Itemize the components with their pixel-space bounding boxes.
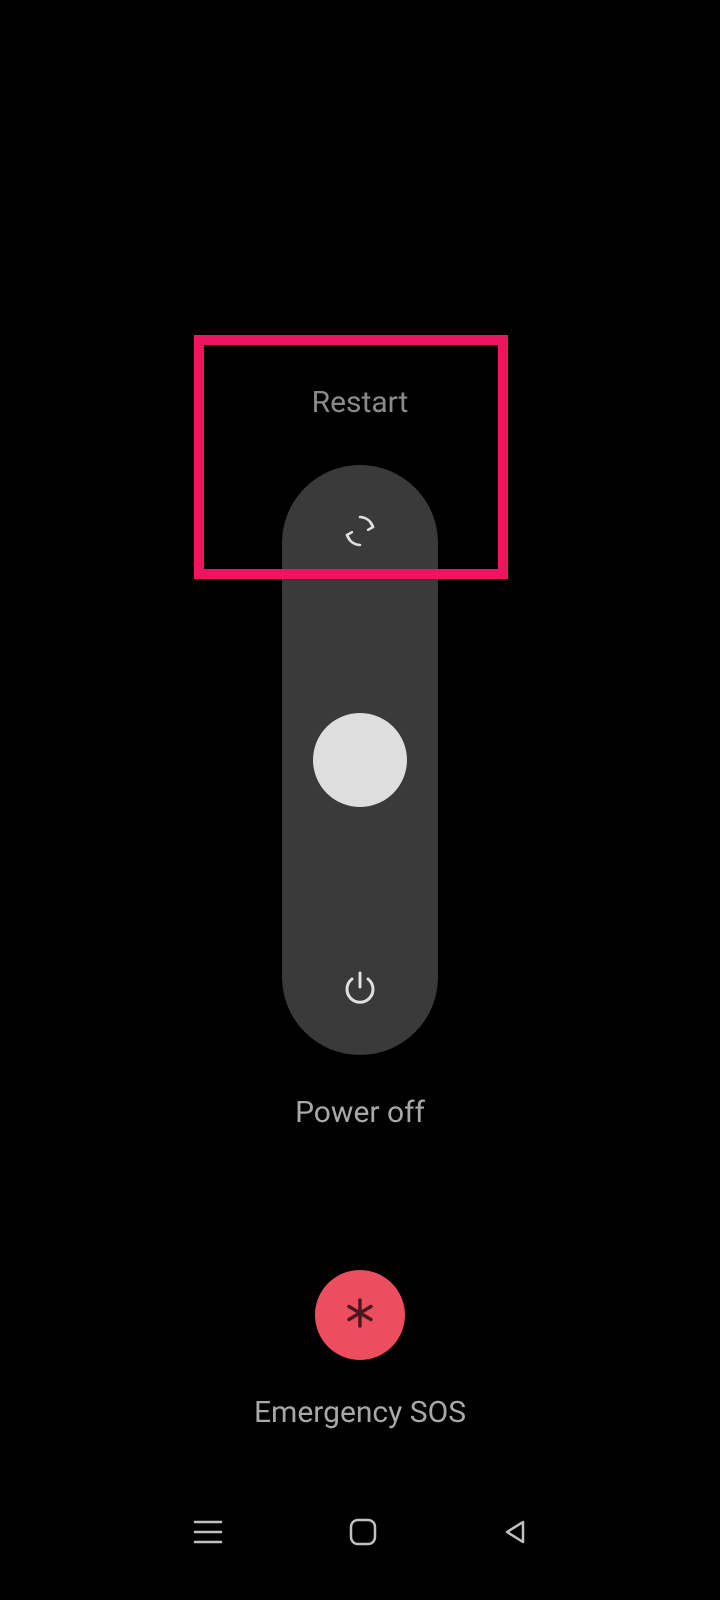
square-icon [349,1518,377,1546]
restart-icon[interactable] [342,513,378,549]
sos-section: Emergency SOS [254,1270,466,1430]
triangle-left-icon [503,1518,527,1546]
power-menu: Restart Power off [282,385,438,1130]
back-button[interactable] [503,1518,527,1546]
poweroff-label: Power off [295,1095,425,1130]
sos-label: Emergency SOS [254,1395,466,1430]
medical-icon [343,1296,377,1334]
menu-icon [193,1519,223,1545]
home-button[interactable] [349,1518,377,1546]
slider-handle[interactable] [313,713,407,807]
navigation-bar [0,1502,720,1562]
power-icon[interactable] [341,969,379,1007]
power-slider[interactable] [282,465,438,1055]
restart-label: Restart [312,385,409,420]
emergency-sos-button[interactable] [315,1270,405,1360]
recents-button[interactable] [193,1519,223,1545]
